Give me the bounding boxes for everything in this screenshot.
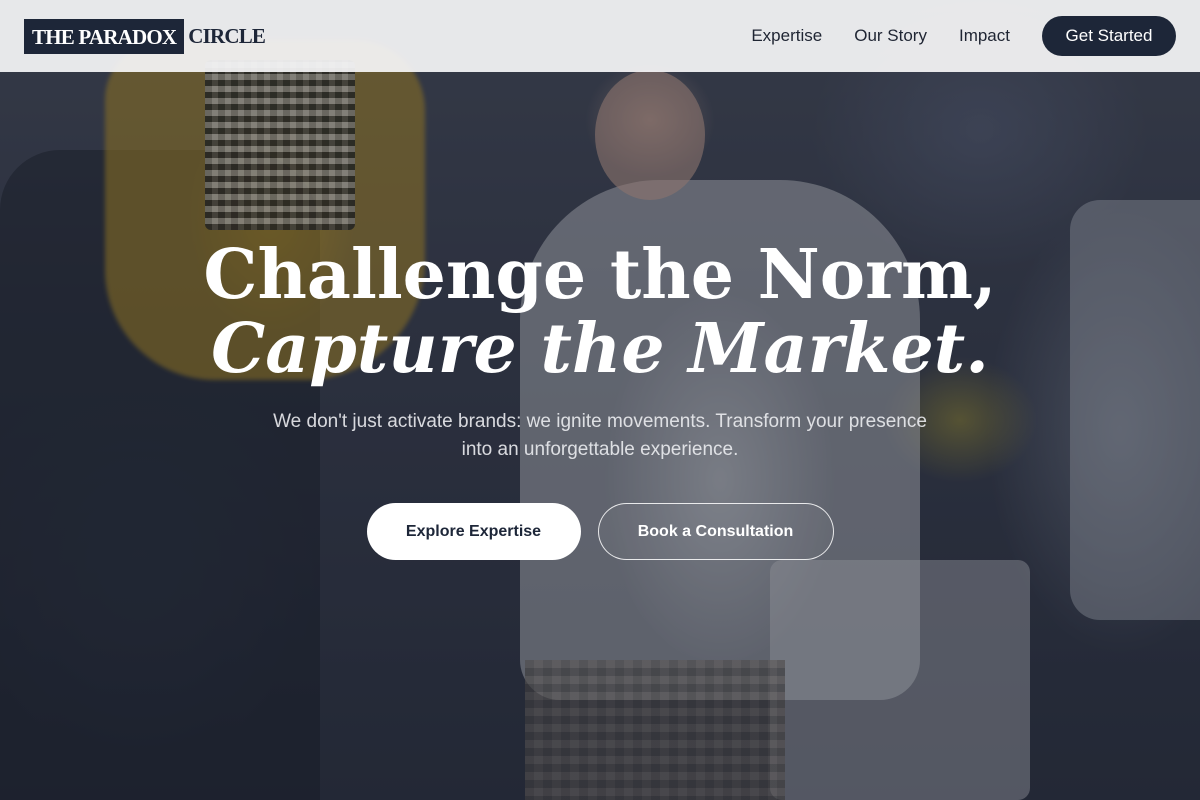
site-header: THE PARADOX CIRCLE Expertise Our Story I… bbox=[0, 0, 1200, 72]
headline-line-2: Capture the Market. bbox=[211, 309, 989, 389]
nav-link-impact[interactable]: Impact bbox=[959, 26, 1010, 46]
hero-headline: Challenge the Norm, Capture the Market. bbox=[0, 238, 1200, 386]
get-started-button[interactable]: Get Started bbox=[1042, 16, 1176, 56]
logo-light-part: CIRCLE bbox=[188, 23, 266, 48]
hero-subcopy: We don't just activate brands: we ignite… bbox=[273, 411, 927, 460]
hero-background-image bbox=[0, 0, 1200, 800]
explore-expertise-button[interactable]: Explore Expertise bbox=[366, 503, 581, 560]
hero-actions: Explore Expertise Book a Consultation bbox=[0, 503, 1200, 560]
brand-logo[interactable]: THE PARADOX CIRCLE bbox=[24, 18, 269, 54]
headline-line-1: Challenge the Norm, bbox=[203, 235, 997, 315]
logo-dark-part: THE PARADOX bbox=[24, 18, 185, 54]
hero-dark-overlay bbox=[0, 0, 1200, 800]
nav-link-our-story[interactable]: Our Story bbox=[854, 26, 927, 46]
nav-link-expertise[interactable]: Expertise bbox=[751, 26, 822, 46]
main-nav: Expertise Our Story Impact Get Started bbox=[751, 16, 1176, 56]
book-consultation-button[interactable]: Book a Consultation bbox=[597, 503, 834, 560]
